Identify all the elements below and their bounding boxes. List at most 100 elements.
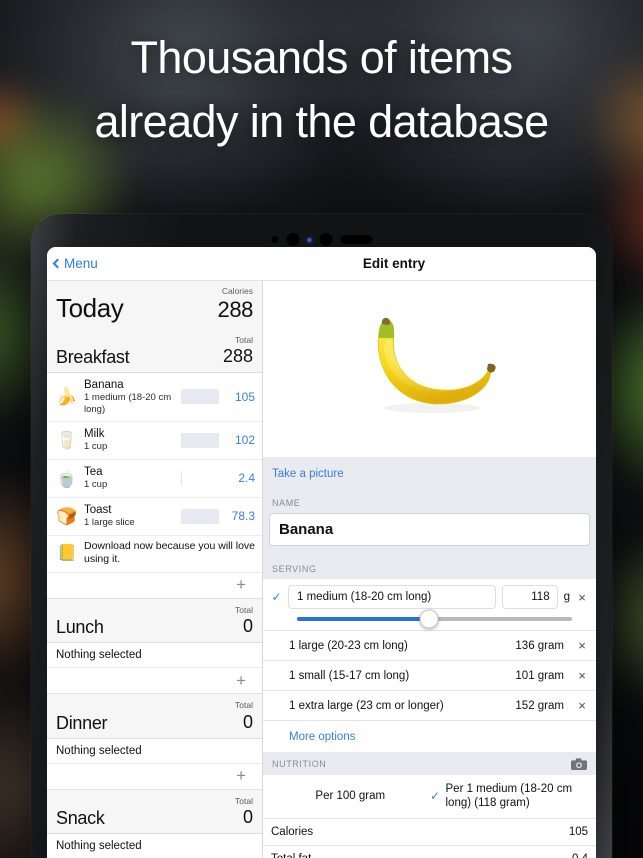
list-item[interactable]: 🍵 Tea 1 cup 2.4: [47, 459, 262, 498]
remove-serving-button[interactable]: ×: [576, 638, 588, 653]
meal-total-label: Total: [235, 700, 253, 711]
serving-label-input[interactable]: [288, 585, 496, 609]
serving-slider-wrap[interactable]: [263, 609, 596, 630]
take-picture-button[interactable]: Take a picture: [272, 468, 344, 480]
remove-serving-button[interactable]: ×: [576, 668, 588, 683]
slider-thumb[interactable]: [419, 609, 439, 629]
plus-icon: +: [236, 575, 246, 595]
meal-total: Total 0: [235, 797, 253, 828]
selected-serving-row[interactable]: ✓ g ×: [263, 579, 596, 612]
note-text: Download now because you will love using…: [84, 539, 256, 565]
food-serving: 1 large slice: [84, 517, 135, 529]
plus-icon: +: [236, 670, 246, 690]
meal-total-value: 0: [242, 807, 253, 828]
proximity-sensor-icon: [319, 233, 332, 246]
edit-entry-pane: Take a picture NAME SERVING ✓ g ×: [263, 281, 596, 858]
nutrition-row-calories[interactable]: Calories 105: [263, 818, 596, 846]
app-screen: Menu Edit entry Today Calories 288 Break…: [47, 247, 596, 858]
teacup-icon: 🍵: [56, 468, 78, 488]
food-serving: 1 cup: [84, 441, 108, 453]
food-name: Tea: [84, 466, 103, 479]
food-serving: 1 cup: [84, 479, 108, 491]
meal-header-breakfast: Breakfast Total 288: [47, 328, 262, 373]
serving-slider[interactable]: [297, 609, 572, 629]
headline-line-1: Thousands of items: [130, 32, 514, 83]
meal-title: Breakfast: [56, 347, 130, 367]
serving-option-row[interactable]: 1 large (20-23 cm long) 136 gram ×: [263, 630, 596, 660]
add-food-button-lunch[interactable]: +: [47, 668, 262, 695]
per-serving-label: Per 1 medium (18-20 cm long) (118 gram): [445, 783, 573, 810]
page-title: Edit entry: [47, 256, 596, 271]
diary-list-pane[interactable]: Today Calories 288 Breakfast Total 288 🍌: [47, 281, 263, 858]
meal-total-value: 0: [242, 711, 253, 732]
meal-header-dinner: Dinner Total 0: [47, 694, 262, 739]
nutrition-basis-per-serving[interactable]: ✓ Per 1 medium (18-20 cm long) (118 gram…: [430, 782, 589, 811]
serving-option-row[interactable]: 1 extra large (23 cm or longer) 152 gram…: [263, 690, 596, 720]
earpiece-speaker-icon: [340, 235, 372, 244]
name-input[interactable]: [269, 513, 590, 546]
calorie-bar: [181, 432, 219, 448]
food-calories: 78.3: [231, 509, 255, 524]
add-food-button-dinner[interactable]: +: [47, 763, 262, 790]
name-field-wrap: [263, 513, 596, 553]
add-food-button-breakfast[interactable]: +: [47, 572, 262, 599]
food-name: Toast: [84, 504, 112, 517]
food-photo-area[interactable]: [263, 281, 596, 457]
serving-unit-label: g: [563, 591, 570, 603]
split-view: Today Calories 288 Breakfast Total 288 🍌: [47, 281, 596, 858]
meal-title: Dinner: [56, 712, 108, 733]
nutrition-basis-toggle[interactable]: Per 100 gram ✓ Per 1 medium (18-20 cm lo…: [263, 775, 596, 819]
meal-total-label: Total: [235, 795, 253, 806]
back-button-label: Menu: [64, 256, 98, 271]
day-calories: Calories 288: [217, 287, 253, 321]
nutrition-value: 105: [568, 825, 588, 838]
camera-icon[interactable]: [571, 758, 587, 770]
meal-total-value: 288: [222, 346, 253, 366]
meal-title: Snack: [56, 808, 105, 829]
meal-total: Total 288: [222, 335, 253, 367]
per-100-label: Per 100 gram: [315, 790, 386, 803]
serving-option-amount: 136 gram: [515, 639, 564, 652]
checkmark-icon: ✓: [429, 789, 441, 804]
list-item[interactable]: 🥛 Milk 1 cup 102: [47, 421, 262, 460]
calorie-bar: [181, 508, 219, 524]
calorie-bar: [181, 470, 219, 486]
remove-serving-button[interactable]: ×: [576, 590, 588, 605]
headline-line-2: already in the database: [94, 95, 549, 147]
day-header: Today Calories 288: [47, 281, 262, 329]
nutrition-basis-per-100[interactable]: Per 100 gram: [271, 789, 430, 803]
list-item-text: Banana 1 medium (18-20 cm long): [81, 378, 177, 416]
chevron-left-icon: [52, 258, 63, 269]
meal-header-snack: Snack Total 0: [47, 789, 262, 835]
status-led-icon: [307, 237, 311, 242]
milk-glass-icon: 🥛: [56, 430, 78, 450]
food-calories: 2.4: [238, 471, 255, 486]
list-item-text: Milk 1 cup: [81, 427, 177, 453]
serving-option-label: 1 small (15-17 cm long): [289, 669, 410, 682]
food-calories: 105: [234, 389, 255, 404]
list-item-text: Toast 1 large slice: [81, 503, 177, 529]
back-to-menu-button[interactable]: Menu: [52, 256, 98, 271]
serving-option-row[interactable]: 1 small (15-17 cm long) 101 gram ×: [263, 660, 596, 690]
list-item[interactable]: 🍞 Toast 1 large slice 78.3: [47, 497, 262, 536]
calories-value: 288: [217, 296, 253, 322]
food-name: Banana: [84, 379, 124, 391]
list-item[interactable]: 🍌 Banana 1 medium (18-20 cm long) 105: [47, 373, 262, 422]
food-name: Milk: [84, 428, 105, 441]
nutrition-row-total-fat[interactable]: Total fat 0.4: [263, 845, 596, 858]
serving-quantity-input[interactable]: [501, 585, 558, 609]
more-options-button[interactable]: More options: [271, 731, 355, 743]
banana-photo: [377, 317, 496, 413]
meal-header-lunch: Lunch Total 0: [47, 598, 262, 644]
navigation-bar: Menu Edit entry: [47, 247, 596, 281]
nutrition-label: Total fat: [271, 853, 311, 858]
list-item-note[interactable]: 📒 Download now because you will love usi…: [47, 535, 262, 573]
serving-option-label: 1 large (20-23 cm long): [289, 639, 408, 652]
remove-serving-button[interactable]: ×: [576, 698, 588, 713]
calories-label: Calories: [221, 286, 253, 296]
serving-option-amount: 101 gram: [515, 669, 564, 682]
checkmark-icon: ✓: [271, 590, 282, 604]
serving-option-label: 1 extra large (23 cm or longer): [289, 699, 444, 712]
page-title-text: Edit entry: [362, 256, 426, 271]
meal-total: Total 0: [235, 701, 253, 732]
